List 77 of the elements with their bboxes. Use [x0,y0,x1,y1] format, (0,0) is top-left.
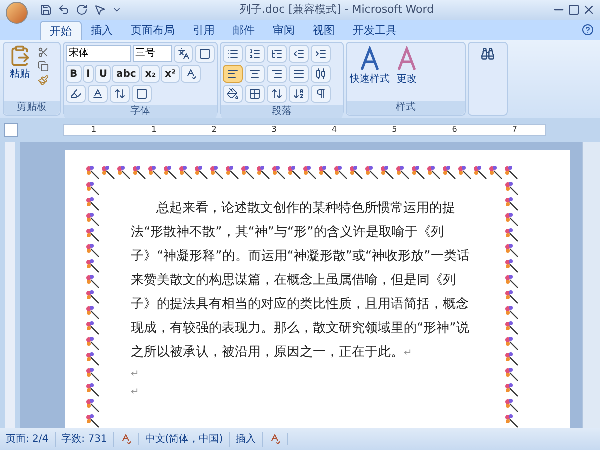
ruler-number: 7 [512,124,518,136]
ruler-number: 6 [452,124,458,136]
window-title: 列子.doc [兼容模式] - Microsoft Word [238,2,436,18]
paragraph-mark: ↵ [131,368,140,382]
char-border-icon[interactable] [195,45,215,63]
group-label: 样式 [347,101,465,115]
ribbon-tab[interactable]: 引用 [184,21,224,40]
bullets-icon[interactable] [223,45,243,63]
ribbon-tab[interactable]: 开始 [40,21,82,40]
find-icon[interactable] [481,47,495,61]
group-label: 剪贴板 [4,101,60,115]
font-size-field[interactable]: 三号 [132,45,172,62]
letter-style-icon [359,46,381,72]
status-icon[interactable] [120,433,132,445]
phonetic-icon[interactable] [174,45,194,63]
status-item[interactable]: 插入 [230,432,264,446]
highlight-icon[interactable] [66,85,86,103]
paste-button[interactable]: 粘贴 [6,45,34,99]
format-button[interactable]: x₂ [141,65,160,83]
group-label: 字体 [64,105,217,119]
ruler-number: 5 [392,124,398,136]
cut-icon[interactable] [38,47,49,58]
vertical-scrollbar[interactable] [582,142,600,428]
format-button[interactable]: U [95,65,112,83]
status-item[interactable]: 中文(简体，中国) [139,432,230,446]
ribbon-tab[interactable]: 插入 [82,21,122,40]
format-painter-icon[interactable] [38,75,49,86]
pointer-icon[interactable] [94,4,106,16]
maximize-icon[interactable] [568,4,580,16]
numbering-icon[interactable] [245,45,265,63]
increase-indent-icon[interactable] [311,45,331,63]
status-item[interactable]: 字数: 731 [56,432,114,446]
office-button[interactable] [6,2,28,24]
clipboard-icon [9,45,31,67]
decrease-indent-icon[interactable] [289,45,309,63]
ribbon-tab[interactable]: 审阅 [264,21,304,40]
ribbon-tab[interactable]: 视图 [304,21,344,40]
multilevel-list-icon[interactable] [267,45,287,63]
borders-icon[interactable] [245,85,265,103]
line-spacing-icon[interactable] [267,85,287,103]
ruler-number: 4 [332,124,338,136]
ribbon-tab[interactable]: 页面布局 [122,21,184,40]
align-icon[interactable] [223,65,243,83]
tab-selector[interactable] [4,123,18,137]
redo-icon[interactable] [76,4,88,16]
group-label: 段落 [221,105,343,119]
ribbon-tab[interactable]: 邮件 [224,21,264,40]
ruler-number: 3 [272,124,277,136]
align-icon[interactable] [245,65,265,83]
align-icon[interactable] [267,65,287,83]
paragraph-mark: ↵ [131,386,140,400]
font-color-icon[interactable] [88,85,108,103]
format-button[interactable]: I [82,65,94,83]
help-icon[interactable] [582,24,594,36]
status-icon[interactable] [269,433,282,445]
paragraph-mark: ↵ [404,348,412,359]
format-button[interactable]: x² [161,65,180,83]
align-icon[interactable] [289,65,309,83]
close-icon[interactable] [582,3,596,17]
ruler-number: 1 [152,124,157,136]
ruler-number: 1 [92,124,97,136]
ruler-number: 2 [212,124,217,136]
letter-style-icon [396,46,418,72]
style-button[interactable]: 更改 [396,46,418,98]
save-icon[interactable] [40,4,52,16]
format-button[interactable]: abc [112,65,140,83]
status-item[interactable]: 页面: 2/4 [0,432,56,446]
copy-icon[interactable] [38,61,49,72]
font-name-field[interactable]: 宋体 [66,45,131,62]
style-button[interactable]: 快速样式 [350,46,390,98]
ribbon-tab[interactable]: 开发工具 [344,21,406,40]
document-paragraph: 总起来看，论述散文创作的某种特色所惯常运用的提法“形散神不散”，其“神”与“形”的含义许是取喻于《列子》“神凝形释”的。而运用“神凝形散”或“神收形放”一类话来赞美散文的构思谋篇，在概念上虽属借喻，但是同《列子》的提法具有相当的对应的类比性质，且用语简括，概念现成，有较强的表现力。那么，散文研究领域里的“形神”说之所以被承认，被沿用，原因之一，正在于此。↵ [131,200,471,362]
show-marks-icon[interactable] [311,85,331,103]
sort-icon[interactable] [289,85,309,103]
format-button[interactable]: B [66,65,82,83]
align-icon[interactable] [311,65,331,83]
undo-icon[interactable] [58,4,70,16]
